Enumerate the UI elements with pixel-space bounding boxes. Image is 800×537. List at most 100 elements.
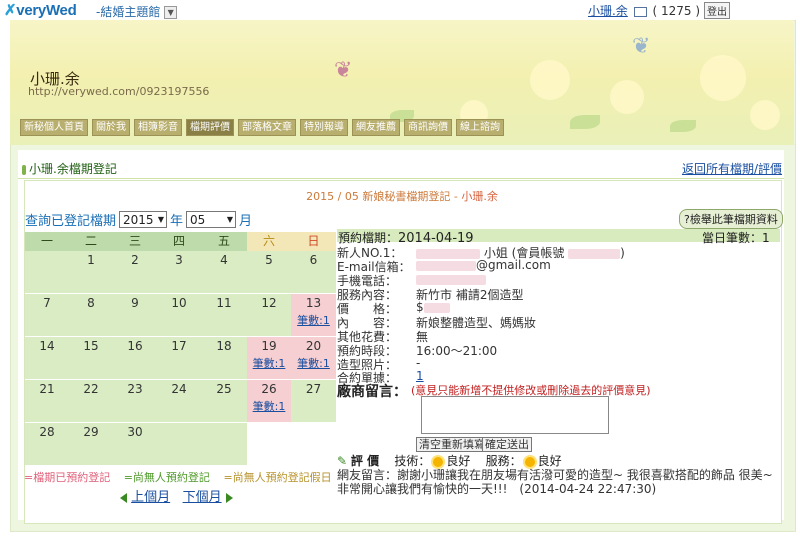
prev-month-link[interactable]: 上個月	[131, 490, 170, 505]
day-number: 10	[171, 296, 187, 310]
day-number: 29	[83, 425, 99, 439]
query-label: 查詢已登記檔期	[25, 214, 117, 229]
day-number: 7	[43, 296, 51, 310]
contract-link[interactable]: 1	[416, 369, 424, 383]
redacted-text	[416, 248, 480, 259]
leaf-decor	[670, 120, 696, 132]
menu-item-report[interactable]: 特別報導	[300, 119, 348, 136]
booking-count-link[interactable]: 筆數:1	[247, 398, 291, 414]
legend-free: =尚無人預約登記	[123, 471, 210, 484]
menu-item-schedule[interactable]: 檔期評價	[186, 119, 234, 136]
blog-menu: 新秘個人首頁 關於我 相簿影音 檔期評價 部落格文章 特別報導 網友推薦 商訊詢…	[20, 119, 504, 136]
clear-button[interactable]: 清空重新填寫	[416, 437, 488, 452]
user-name-link[interactable]: 小珊.余	[588, 4, 628, 18]
calendar-day: 8	[69, 294, 113, 336]
booking-count-link[interactable]: 筆數:1	[247, 355, 291, 371]
calendar-day: 30	[113, 423, 157, 465]
calendar: 一二三四五六日 1 2 3 4 5 6 7 8 9 10 11 12 13 筆數:1 14 15 16 17 18 19…	[25, 232, 336, 465]
month-select[interactable]: 05 ▼	[186, 211, 237, 228]
redacted-text	[416, 274, 486, 285]
calendar-day[interactable]: 26 筆數:1	[247, 380, 291, 422]
calendar-day: 28	[25, 423, 69, 465]
calendar-day: 5	[247, 251, 291, 293]
day-number: 21	[39, 382, 55, 396]
day-number: 17	[171, 339, 187, 353]
tech-label: 技術：	[394, 454, 431, 468]
month-nav: 上個月 下個月	[120, 486, 233, 505]
menu-item-about[interactable]: 關於我	[92, 119, 130, 136]
day-number: 2	[131, 253, 139, 267]
day-number: 26	[261, 382, 277, 396]
weekday-header: 四	[157, 232, 201, 251]
calendar-day: 16	[113, 337, 157, 379]
review-text: 網友留言：謝謝小珊讓我在朋友場有活潑可愛的造型~ 我很喜歡搭配的飾品 很美~ 非…	[337, 468, 773, 496]
next-arrow-icon[interactable]	[225, 492, 233, 503]
calendar-day: 12	[247, 294, 291, 336]
send-button[interactable]: 確定送出	[482, 437, 532, 452]
section-header: 小珊.余檔期登記 返回所有檔期/評價	[18, 158, 784, 179]
menu-item-blog[interactable]: 部落格文章	[238, 119, 296, 136]
mail-icon[interactable]	[633, 6, 647, 17]
verywed-logo[interactable]: ✗veryWed	[4, 1, 77, 19]
day-number: 19	[261, 339, 277, 353]
logout-button[interactable]: 登出	[704, 2, 730, 19]
service-label: 服務：	[485, 454, 522, 468]
day-number: 13	[305, 296, 322, 310]
legend: =檔期已預約登記 =尚無人預約登記 =尚無人預約登記假日	[24, 469, 342, 485]
calendar-day: 9	[113, 294, 157, 336]
tech-value: 良好	[446, 454, 471, 468]
calendar-day[interactable]: 20 筆數:1	[291, 337, 336, 379]
day-number: 4	[220, 253, 228, 267]
year-unit: 年	[170, 214, 184, 229]
calendar-day[interactable]: 13 筆數:1	[291, 294, 336, 336]
calendar-day: 3	[157, 251, 201, 293]
menu-item-recommend[interactable]: 網友推薦	[352, 119, 400, 136]
next-month-link[interactable]: 下個月	[183, 490, 222, 505]
leaf-decor	[570, 115, 600, 129]
redacted-text	[423, 302, 450, 313]
day-number: 6	[309, 253, 318, 267]
day-number: 5	[265, 253, 273, 267]
day-number: 28	[39, 425, 55, 439]
period-title: 2015 / 05 新娘秘書檔期登記 - 小珊.余	[306, 190, 498, 203]
menu-item-consult[interactable]: 線上諮詢	[456, 119, 504, 136]
calendar-day: 24	[157, 380, 201, 422]
calendar-day: 7	[25, 294, 69, 336]
day-number: 25	[216, 382, 232, 396]
day-number: 9	[131, 296, 139, 310]
prev-arrow-icon[interactable]	[120, 492, 127, 503]
calendar-day: 4	[201, 251, 247, 293]
chevron-down-icon: ▼	[226, 215, 234, 224]
weekday-header: 一	[25, 232, 69, 251]
day-number: 11	[216, 296, 232, 310]
calendar-day: 22	[69, 380, 113, 422]
bullet-icon	[22, 164, 26, 175]
calendar-day: 10	[157, 294, 201, 336]
service-value: 良好	[537, 454, 562, 468]
day-number: 30	[127, 425, 143, 439]
booking-count-link[interactable]: 筆數:1	[291, 355, 336, 371]
wedding-theme-menu[interactable]: -結婚主題館 ▼	[96, 3, 178, 20]
day-number: 24	[171, 382, 187, 396]
sun-icon	[433, 456, 444, 467]
weekday-header: 五	[201, 232, 247, 251]
calendar-day[interactable]: 19 筆數:1	[247, 337, 291, 379]
mail-count: ( 1275 )	[652, 4, 700, 18]
redacted-text	[568, 248, 621, 259]
message-textarea[interactable]	[421, 396, 609, 434]
calendar-day: 18	[201, 337, 247, 379]
booking-count-link[interactable]: 筆數:1	[291, 312, 336, 328]
menu-item-album[interactable]: 相簿影音	[134, 119, 182, 136]
weekday-header: 三	[113, 232, 157, 251]
day-number: 18	[216, 339, 232, 353]
day-number: 27	[305, 382, 322, 396]
year-select[interactable]: 2015 ▼	[119, 211, 168, 228]
menu-item-inquiry[interactable]: 商訊詢價	[404, 119, 452, 136]
chevron-down-icon: ▼	[164, 6, 178, 19]
menu-item-home[interactable]: 新秘個人首頁	[20, 119, 88, 136]
calendar-empty-cell	[157, 423, 201, 465]
blog-url[interactable]: http://verywed.com/0923197556	[28, 85, 209, 98]
back-to-all-link[interactable]: 返回所有檔期/評價	[682, 160, 782, 177]
calendar-day: 11	[201, 294, 247, 336]
report-booking-button[interactable]: ?檢舉此筆檔期資料	[679, 209, 783, 229]
